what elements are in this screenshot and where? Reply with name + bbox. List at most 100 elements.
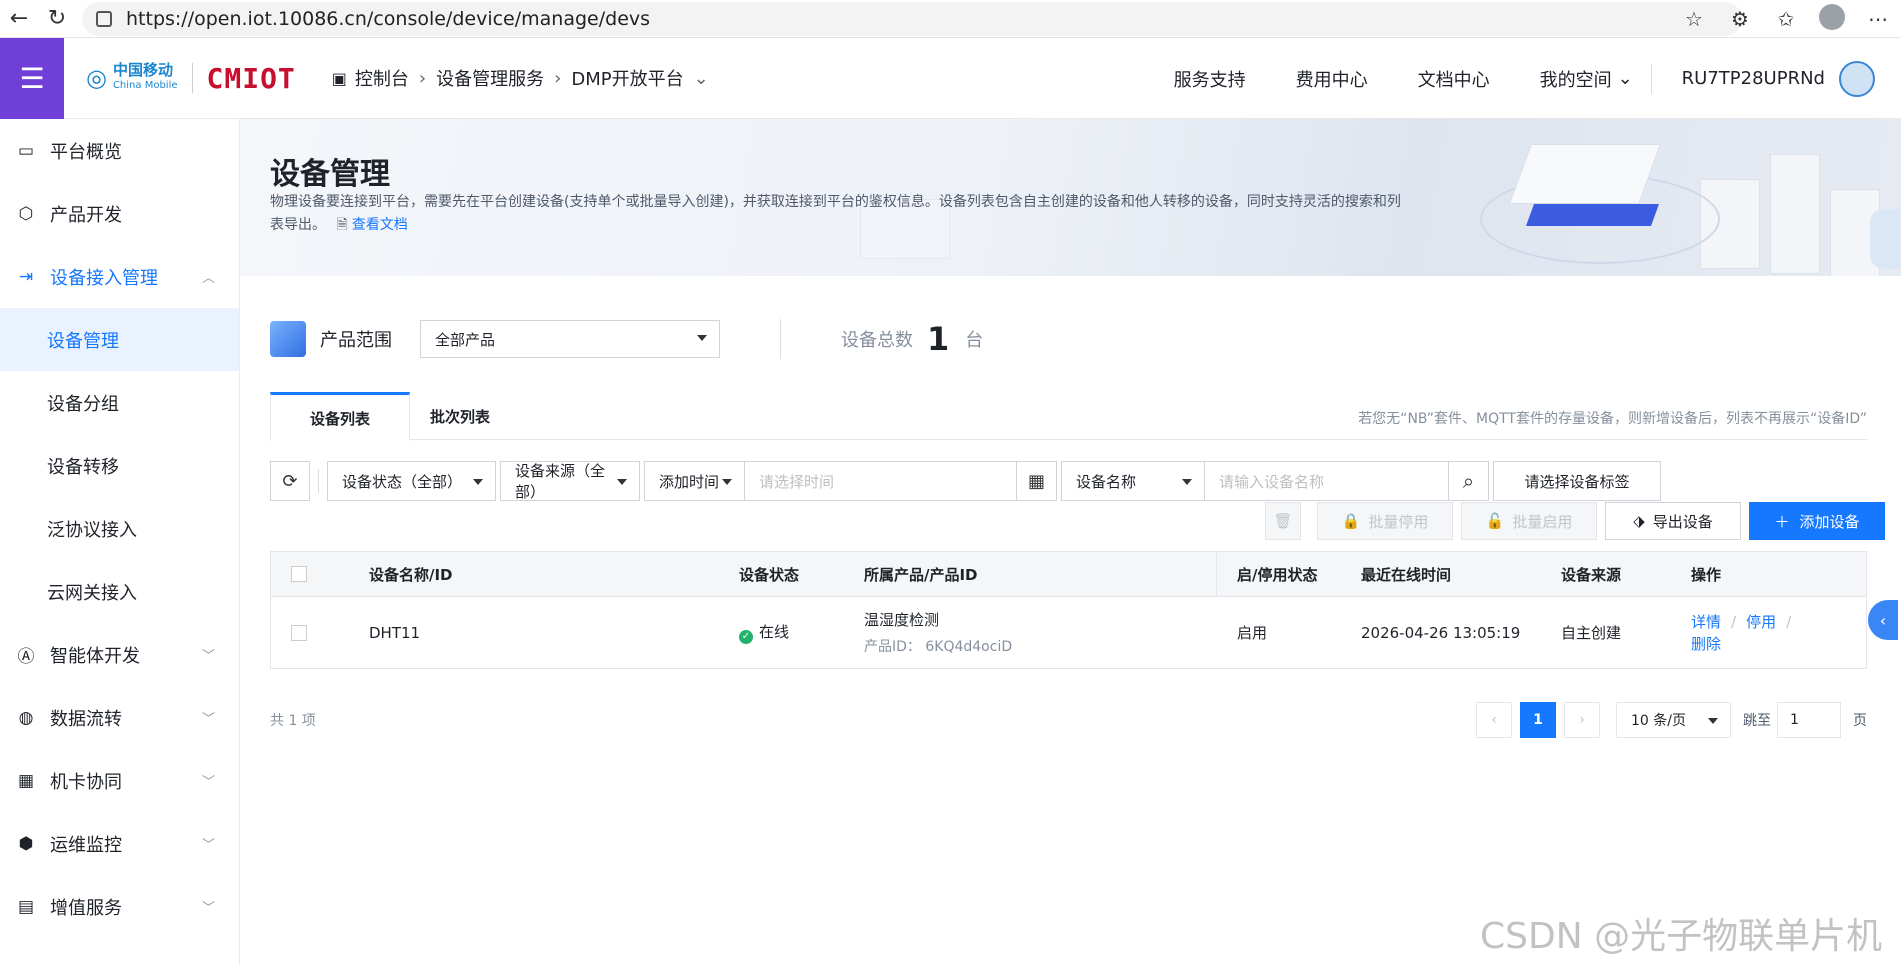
sidebar-item-data-flow[interactable]: ◍ 数据流转 ﹀: [0, 686, 239, 749]
prev-page-icon[interactable]: ‹: [1476, 702, 1512, 738]
select-all-checkbox[interactable]: [291, 566, 307, 582]
nav-divider: [1650, 63, 1652, 94]
sidebar-item-product-dev[interactable]: ⬡ 产品开发: [0, 182, 239, 245]
assistant-mascot[interactable]: [1870, 209, 1900, 269]
chevron-right-icon: ›: [554, 67, 562, 89]
last-online-time: 2026-04-26 13:05:19: [1361, 623, 1521, 642]
breadcrumb: ▣ 控制台 › 设备管理服务 › DMP开放平台 ⌄: [332, 65, 709, 91]
product-select[interactable]: 全部产品: [420, 320, 720, 358]
url-text: https://open.iot.10086.cn/console/device…: [126, 8, 651, 30]
nav-my-space[interactable]: 我的空间: [1540, 66, 1612, 92]
action-bar: 🗑 🔒 批量停用 🔓 批量启用 ⬗ 导出设备 ＋添加设备: [1265, 501, 1885, 541]
username[interactable]: RU7TP28UPRNd: [1682, 68, 1825, 89]
nav-billing[interactable]: 费用中心: [1296, 66, 1368, 92]
product-info: 温湿度检测 产品ID： 6KQ4d4ociD: [864, 609, 1012, 656]
browser-toolbar: ← ↻ https://open.iot.10086.cn/console/de…: [0, 0, 1901, 38]
product-id: 产品ID： 6KQ4d4ociD: [864, 639, 1013, 655]
nav-service-support[interactable]: 服务支持: [1174, 66, 1246, 92]
page-current[interactable]: 1: [1520, 702, 1556, 738]
tab-device-list[interactable]: 设备列表: [270, 392, 410, 441]
more-icon[interactable]: ⋯: [1855, 7, 1901, 31]
view-docs-link[interactable]: 查看文档: [352, 217, 408, 233]
enabled-status: 启用: [1237, 624, 1268, 642]
chevron-down-icon: ﹀: [201, 838, 215, 853]
sidebar-item-sim[interactable]: ▦ 机卡协同 ﹀: [0, 749, 239, 812]
sidebar-item-ai-dev[interactable]: Ⓐ 智能体开发 ﹀: [0, 623, 239, 686]
time-picker-input[interactable]: 请选择时间: [745, 461, 1017, 501]
next-page-icon[interactable]: ›: [1564, 702, 1600, 738]
sidebar-sub-cloud-gateway[interactable]: 云网关接入: [0, 560, 239, 623]
calendar-icon[interactable]: ▦: [1017, 461, 1057, 501]
device-name-input[interactable]: 请输入设备名称: [1205, 461, 1449, 501]
device-name[interactable]: DHT11: [369, 624, 420, 642]
chevron-right-icon: ›: [418, 67, 427, 89]
row-checkbox[interactable]: [291, 624, 307, 641]
sidebar-sub-device-transfer[interactable]: 设备转移: [0, 434, 239, 497]
caret-down-icon: [697, 335, 707, 341]
extensions-icon[interactable]: ⚙: [1717, 7, 1763, 31]
user-avatar[interactable]: [1839, 60, 1875, 97]
chevron-down-icon[interactable]: ⌄: [694, 68, 709, 89]
export-devices-button[interactable]: ⬗ 导出设备: [1605, 502, 1741, 540]
batch-enable-button[interactable]: 🔓 批量启用: [1461, 502, 1597, 540]
status-filter[interactable]: 设备状态（全部）: [327, 461, 496, 501]
caret-down-icon: [722, 479, 732, 485]
divider: [780, 319, 781, 359]
site-info-icon[interactable]: [96, 11, 112, 27]
profile-icon[interactable]: [1809, 3, 1855, 35]
name-field-select[interactable]: 设备名称: [1061, 461, 1205, 501]
sidebar-sub-device-manage[interactable]: 设备管理: [0, 308, 239, 371]
reload-icon[interactable]: ↻: [38, 0, 76, 38]
cube-icon: ⬡: [18, 203, 34, 224]
server-illustration: [1480, 144, 1720, 264]
device-total-label: 设备总数: [841, 330, 913, 351]
jump-input[interactable]: 1: [1777, 702, 1841, 738]
page-size-select[interactable]: 10 条/页: [1616, 702, 1731, 738]
detail-link[interactable]: 详情: [1691, 613, 1721, 631]
total-count: 共 1 项: [270, 713, 316, 729]
sidebar-sub-device-group[interactable]: 设备分组: [0, 371, 239, 434]
back-icon[interactable]: ←: [0, 0, 38, 38]
console-icon: ▣: [331, 68, 347, 88]
favorites-icon[interactable]: ✩: [1763, 7, 1809, 31]
batch-disable-button[interactable]: 🔒 批量停用: [1317, 502, 1453, 540]
sidebar-item-value-added[interactable]: ▤ 增值服务 ﹀: [0, 875, 239, 938]
top-navigation: ☰ ◎ 中国移动 China Mobile CMIOT ▣ 控制台 › 设备管理服…: [0, 37, 1901, 119]
sim-icon: ▦: [17, 770, 35, 791]
table-row: DHT11 ✓ 在线 温湿度检测 产品ID： 6KQ4d4ociD 启用 2026…: [271, 596, 1866, 668]
sidebar-item-device-access[interactable]: ⇥ 设备接入管理 ︿: [0, 245, 239, 308]
device-tag-button[interactable]: 请选择设备标签: [1493, 461, 1661, 501]
star-icon[interactable]: ☆: [1671, 7, 1717, 31]
table-footer: 共 1 项 ‹ 1 › 10 条/页 跳至 1 页: [270, 702, 1867, 738]
breadcrumb-console[interactable]: 控制台: [355, 65, 409, 91]
product-name: 温湿度检测: [864, 611, 940, 629]
disable-link[interactable]: 停用: [1746, 613, 1776, 631]
menu-icon[interactable]: ☰: [0, 37, 64, 119]
jump-label: 跳至: [1743, 713, 1771, 729]
sidebar-item-ops[interactable]: ⬢ 运维监控 ﹀: [0, 812, 239, 875]
chevron-down-icon[interactable]: ⌄: [1618, 68, 1633, 89]
search-icon[interactable]: ⌕: [1449, 461, 1489, 501]
sidebar-item-overview[interactable]: ▭ 平台概览: [0, 119, 239, 182]
chart-icon: ▤: [17, 896, 35, 917]
device-total-unit: 台: [965, 330, 984, 351]
address-bar[interactable]: https://open.iot.10086.cn/console/device…: [82, 2, 1742, 36]
nav-docs[interactable]: 文档中心: [1418, 66, 1490, 92]
collapse-panel-icon[interactable]: ‹: [1868, 600, 1898, 640]
china-mobile-logo-icon: ◎: [86, 64, 107, 92]
delete-icon[interactable]: 🗑: [1265, 502, 1301, 540]
sidebar-sub-protocol-access[interactable]: 泛协议接入: [0, 497, 239, 560]
breadcrumb-dmp[interactable]: DMP开放平台: [571, 65, 683, 91]
time-field-select[interactable]: 添加时间: [644, 461, 745, 501]
refresh-icon[interactable]: ⟳: [270, 461, 310, 501]
product-cube-icon: [270, 321, 306, 357]
breadcrumb-device-service[interactable]: 设备管理服务: [436, 65, 544, 91]
source-filter[interactable]: 设备来源（全部）: [500, 461, 640, 501]
column-header: 设备来源: [1561, 565, 1622, 584]
logo[interactable]: ◎ 中国移动 China Mobile CMIOT: [86, 62, 296, 95]
delete-link[interactable]: 删除: [1691, 635, 1721, 653]
tab-batch-list[interactable]: 批次列表: [390, 392, 530, 440]
add-device-button[interactable]: ＋添加设备: [1749, 502, 1885, 540]
sidebar-item-label: 平台概览: [50, 141, 122, 163]
lock-icon: 🔒: [1341, 512, 1361, 530]
